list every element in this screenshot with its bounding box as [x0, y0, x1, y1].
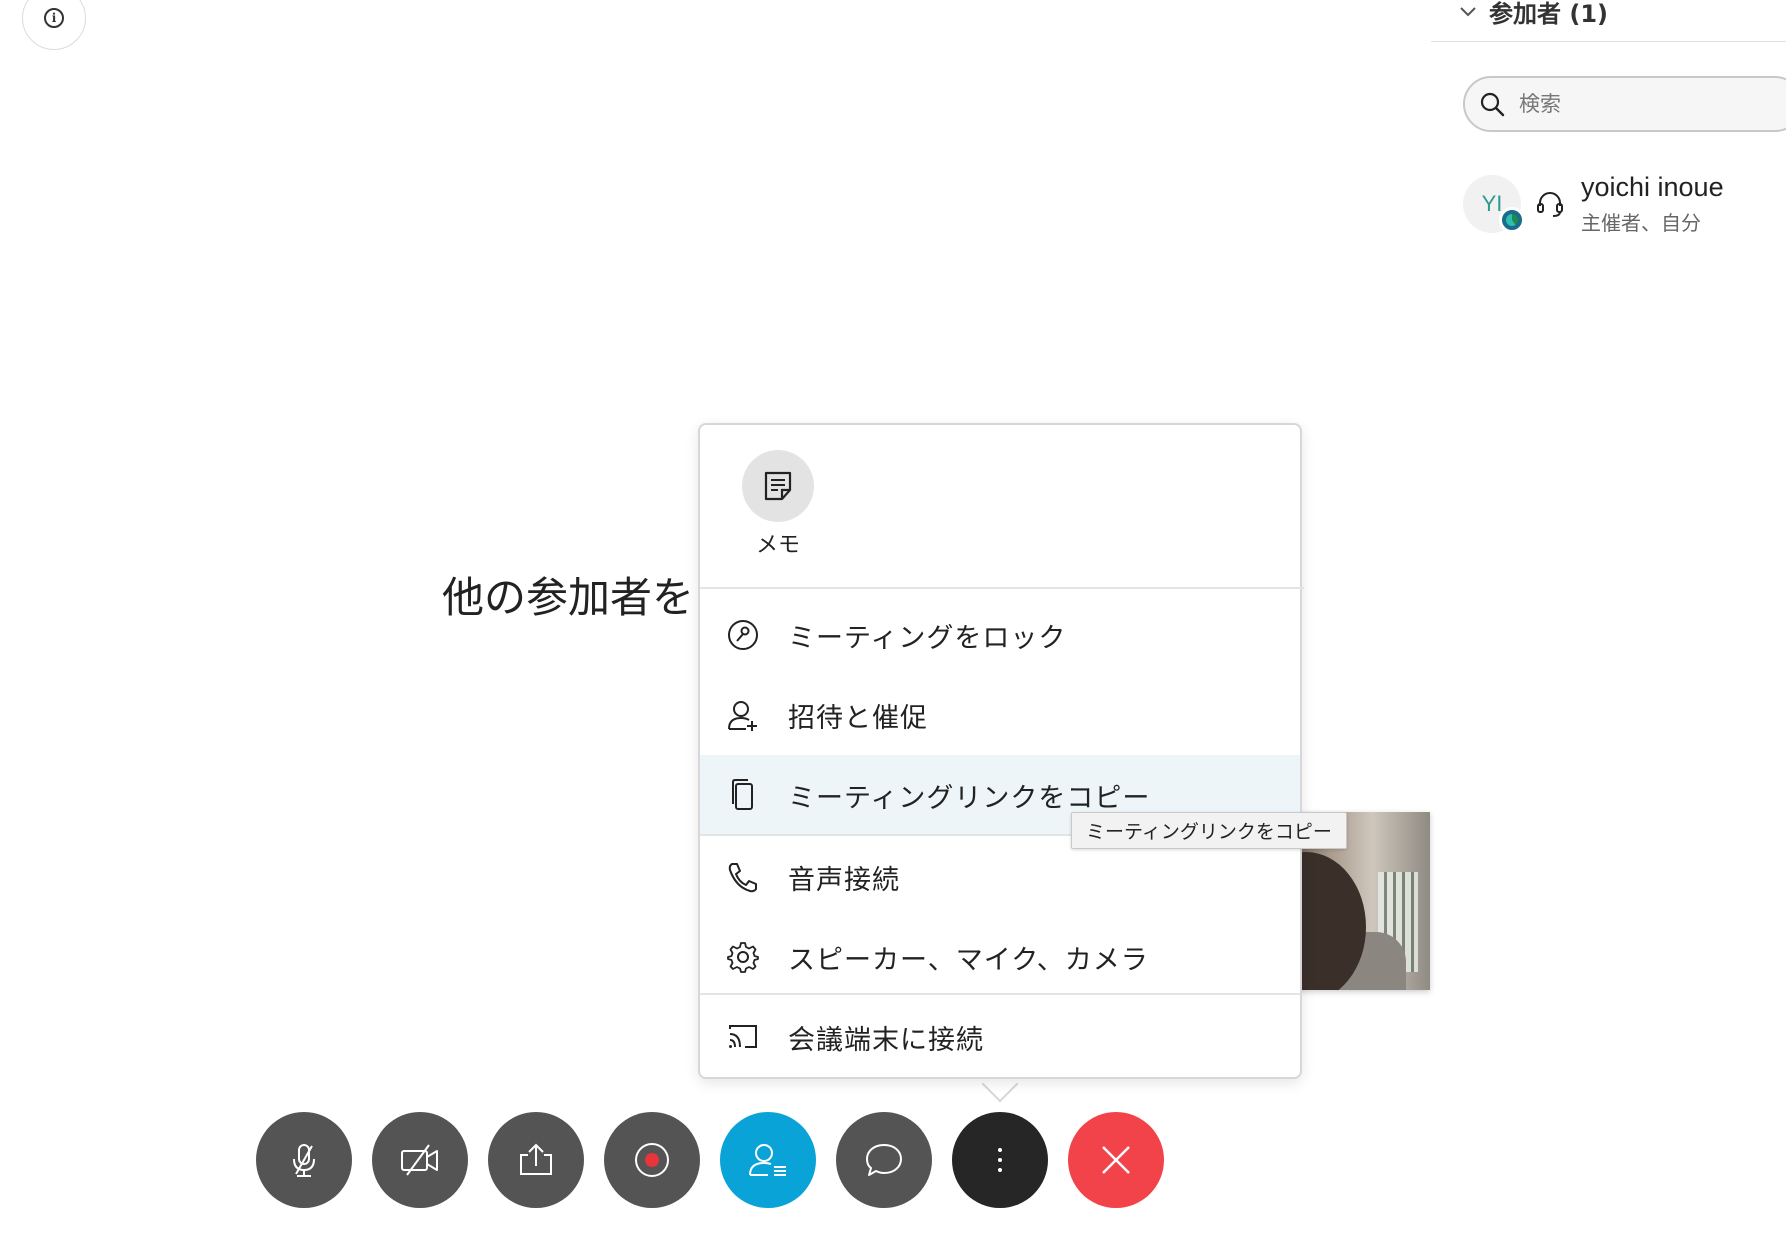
- gear-icon: [727, 942, 759, 973]
- more-button[interactable]: [952, 1112, 1048, 1208]
- share-icon: [520, 1143, 552, 1175]
- menu-item-connect-device[interactable]: 会議端末に接続: [700, 997, 1300, 1077]
- memo-button[interactable]: [742, 450, 814, 522]
- cast-icon: [729, 1025, 757, 1048]
- search-icon: [1480, 92, 1505, 117]
- microphone-muted-icon: [293, 1144, 315, 1177]
- copy-link-tooltip: ミーティングリンクをコピー: [1071, 812, 1347, 849]
- lock-icon: [728, 620, 758, 650]
- more-options-icon: [998, 1148, 1002, 1172]
- add-person-icon: [728, 701, 757, 731]
- avatar: YI: [1463, 175, 1525, 233]
- chat-icon: [866, 1144, 902, 1176]
- chevron-down-icon: [1460, 6, 1476, 16]
- menu-item-label: 招待と催促: [788, 702, 928, 734]
- record-icon: [635, 1143, 669, 1177]
- participants-icon: [749, 1144, 786, 1176]
- close-icon: [1102, 1146, 1130, 1174]
- copy-icon: [732, 779, 753, 810]
- menu-item-lock-meeting[interactable]: ミーティングをロック: [700, 595, 1300, 675]
- participants-panel-title: 参加者 (1): [1489, 0, 1608, 28]
- leave-button[interactable]: [1068, 1112, 1164, 1208]
- participant-search[interactable]: [1463, 76, 1786, 132]
- video-button[interactable]: [372, 1112, 468, 1208]
- record-button[interactable]: [604, 1112, 700, 1208]
- participants-panel: 参加者 (1) YI yoichi inoue 主催者、自分: [1430, 0, 1786, 1240]
- memo-section: メモ: [700, 425, 1304, 589]
- note-icon: [764, 471, 792, 501]
- menu-item-label: 音声接続: [788, 864, 900, 896]
- info-button[interactable]: i: [22, 0, 86, 50]
- menu-item-devices[interactable]: スピーカー、マイク、カメラ: [700, 917, 1300, 997]
- menu-item-label: ミーティングをロック: [788, 622, 1067, 654]
- chat-button[interactable]: [836, 1112, 932, 1208]
- waiting-message: 他の参加者を: [442, 573, 695, 622]
- share-button[interactable]: [488, 1112, 584, 1208]
- info-icon: i: [44, 8, 64, 28]
- participants-button[interactable]: [720, 1112, 816, 1208]
- headset-icon: [1537, 192, 1563, 217]
- avatar-initials: YI: [1481, 191, 1503, 216]
- participant-row[interactable]: YI yoichi inoue 主催者、自分: [1463, 168, 1786, 240]
- video-off-icon: [401, 1144, 438, 1176]
- memo-label: メモ: [755, 533, 800, 558]
- menu-item-label: スピーカー、マイク、カメラ: [788, 944, 1149, 976]
- search-input[interactable]: [1519, 92, 1769, 116]
- participant-name: yoichi inoue: [1581, 172, 1724, 202]
- participant-role: 主催者、自分: [1581, 211, 1701, 235]
- menu-item-invite[interactable]: 招待と催促: [700, 675, 1300, 755]
- menu-item-label: 会議端末に接続: [788, 1024, 984, 1056]
- presence-badge: [1499, 207, 1525, 233]
- mute-button[interactable]: [256, 1112, 352, 1208]
- phone-icon: [728, 863, 757, 893]
- participants-panel-header[interactable]: 参加者 (1): [1431, 0, 1786, 42]
- menu-item-label: ミーティングリンクをコピー: [788, 782, 1151, 814]
- more-options-menu: メモ ミーティングをロック 招待と催促 ミーティングリンクをコピー 音声接続 ス…: [698, 423, 1304, 1079]
- menu-item-audio-connection[interactable]: 音声接続: [700, 837, 1300, 917]
